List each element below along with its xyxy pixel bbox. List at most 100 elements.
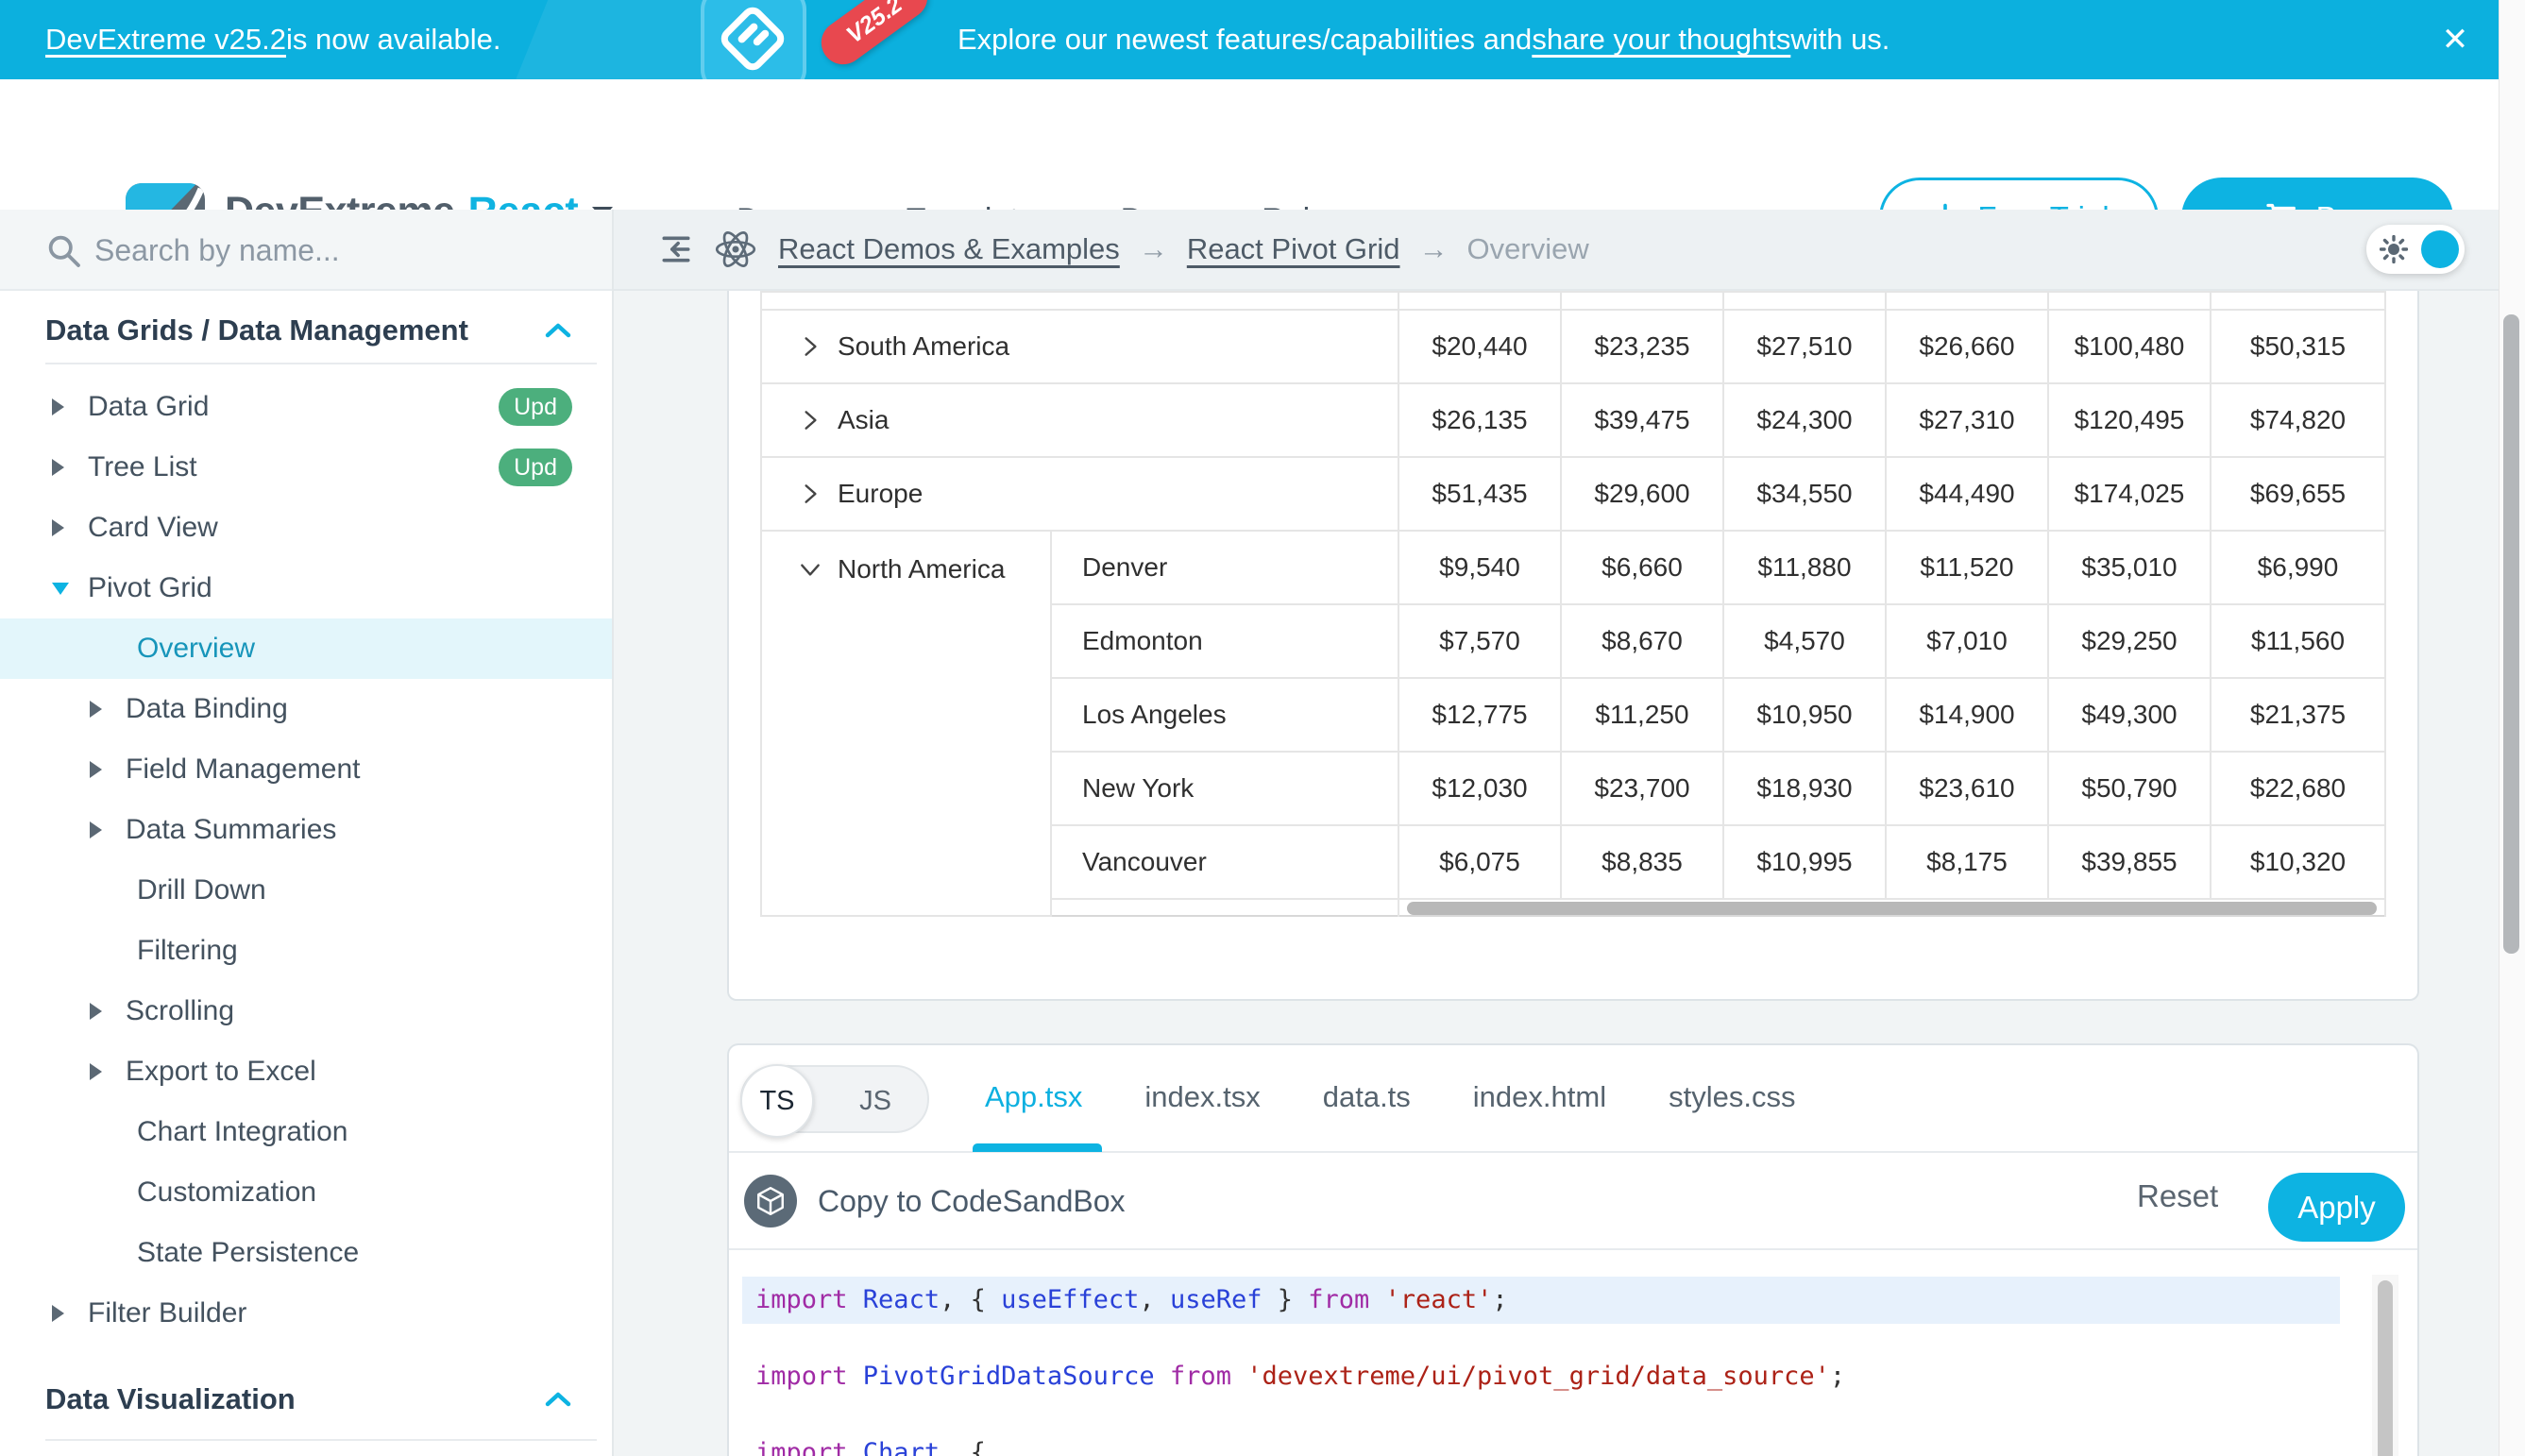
sidebar-item-label: Export to Excel	[126, 1056, 316, 1088]
value-cell: $50,315	[2211, 310, 2385, 383]
banner-message: Explore our newest features/capabilities…	[957, 0, 1890, 79]
value-cell: $44,490	[1886, 457, 2048, 531]
language-option-ts[interactable]: TS	[740, 1064, 814, 1138]
triangle-right-icon[interactable]	[90, 1003, 114, 1020]
section-title: Data Grids / Data Management	[45, 313, 468, 347]
banner-version-link[interactable]: DevExtreme v25.2	[45, 23, 286, 57]
breadcrumb-link-demos[interactable]: React Demos & Examples	[778, 232, 1120, 266]
tab-styles-css[interactable]: styles.css	[1669, 1080, 1795, 1114]
code-editor[interactable]: import React, { useEffect, useRef } from…	[729, 1250, 2417, 1456]
sidebar-item-state-persistence[interactable]: State Persistence	[0, 1223, 614, 1283]
triangle-right-icon[interactable]	[52, 1305, 76, 1322]
triangle-right-icon[interactable]	[90, 761, 114, 778]
sidebar-item-field-management[interactable]: Field Management	[0, 739, 614, 800]
value-cell: $26,135	[1398, 383, 1561, 457]
value-cell: $12,030	[1398, 752, 1561, 825]
chevron-right-icon[interactable]	[798, 408, 822, 432]
code-token: ,	[1139, 1285, 1170, 1314]
search-input[interactable]	[94, 225, 500, 276]
search-icon	[45, 232, 83, 270]
sidebar-item-card-view[interactable]: Card View	[0, 498, 614, 558]
sidebar-item-tree-list[interactable]: Tree ListUpd	[0, 437, 614, 498]
pivot-row-europe: Europe$51,435$29,600$34,550$44,490$174,0…	[761, 457, 2385, 531]
code-token: import	[755, 1438, 863, 1456]
tab-data-ts[interactable]: data.ts	[1323, 1080, 1411, 1114]
code-line: import PivotGridDataSource from 'devextr…	[742, 1353, 2340, 1400]
row-header-new-york[interactable]: New York	[1051, 752, 1398, 825]
sidebar-item-filter-builder[interactable]: Filter Builder	[0, 1283, 614, 1344]
row-header-south-america[interactable]: South America	[761, 310, 1398, 383]
sidebar-item-pivot-grid[interactable]: Pivot Grid	[0, 558, 614, 618]
sidebar-item-chart-integration[interactable]: Chart Integration	[0, 1102, 614, 1162]
collapse-sidebar-icon[interactable]	[659, 232, 693, 266]
triangle-right-icon[interactable]	[52, 519, 76, 536]
theme-toggle[interactable]	[2366, 225, 2465, 274]
triangle-right-icon[interactable]	[52, 459, 76, 476]
sidebar-item-data-summaries[interactable]: Data Summaries	[0, 800, 614, 860]
row-header-vancouver[interactable]: Vancouver	[1051, 825, 1398, 899]
close-icon[interactable]: ✕	[2427, 0, 2483, 79]
sidebar-item-customization[interactable]: Customization	[0, 1162, 614, 1223]
value-cell: $21,375	[2211, 678, 2385, 752]
row-header-denver[interactable]: Denver	[1051, 531, 1398, 604]
tab-app-tsx[interactable]: App.tsx	[985, 1080, 1082, 1114]
value-cell: $11,880	[1723, 531, 1886, 604]
value-cell: $69,655	[2211, 457, 2385, 531]
divider	[45, 363, 597, 364]
sidebar-item-label: Chart Integration	[137, 1116, 347, 1148]
sidebar-section-data-visualization[interactable]: Data Visualization	[0, 1369, 614, 1430]
sidebar-item-scrolling[interactable]: Scrolling	[0, 981, 614, 1041]
code-token: import	[755, 1362, 863, 1391]
breadcrumb: React Demos & Examples → React Pivot Gri…	[659, 210, 1589, 289]
chevron-down-icon[interactable]	[798, 557, 822, 582]
triangle-right-icon[interactable]	[52, 398, 76, 415]
sidebar-item-filtering[interactable]: Filtering	[0, 921, 614, 981]
value-cell: $4,570	[1723, 604, 1886, 678]
value-cell: $35,010	[2048, 531, 2211, 604]
chevron-right-icon[interactable]	[798, 482, 822, 506]
row-header-los-angeles[interactable]: Los Angeles	[1051, 678, 1398, 752]
row-header-asia[interactable]: Asia	[761, 383, 1398, 457]
react-icon	[712, 226, 759, 273]
page-scrollbar[interactable]	[2503, 314, 2519, 954]
triangle-right-icon[interactable]	[90, 1063, 114, 1080]
triangle-down-icon[interactable]	[52, 583, 76, 595]
promo-banner: DevExtreme v25.2 is now available. V25.2…	[0, 0, 2499, 79]
pivot-horizontal-scrollbar[interactable]	[1407, 902, 2377, 915]
sidebar-item-label: Filter Builder	[88, 1297, 246, 1329]
apply-button[interactable]: Apply	[2268, 1173, 2405, 1242]
breadcrumb-separator: →	[1419, 232, 1449, 266]
sidebar-item-export-to-excel[interactable]: Export to Excel	[0, 1041, 614, 1102]
triangle-right-icon[interactable]	[90, 701, 114, 718]
banner-message-pre: Explore our newest features/capabilities…	[957, 23, 1532, 57]
chevron-up-icon	[544, 321, 572, 340]
sidebar-section-data-grids[interactable]: Data Grids / Data Management	[0, 300, 614, 361]
value-cell: $6,075	[1398, 825, 1561, 899]
reset-button[interactable]: Reset	[2137, 1178, 2231, 1224]
value-cell: $26,660	[1886, 310, 2048, 383]
language-toggle[interactable]: TS JS	[740, 1065, 929, 1133]
tab-index-tsx[interactable]: index.tsx	[1144, 1080, 1260, 1114]
language-option-js[interactable]: JS	[823, 1067, 927, 1135]
row-header-north-america[interactable]: North America	[761, 531, 1051, 916]
sidebar-item-overview[interactable]: Overview	[0, 618, 614, 679]
code-scrollbar[interactable]	[2378, 1280, 2393, 1456]
value-cell: $12,775	[1398, 678, 1561, 752]
tab-index-html[interactable]: index.html	[1473, 1080, 1606, 1114]
share-thoughts-link[interactable]: share your thoughts	[1532, 23, 1790, 57]
copy-to-codesandbox-button[interactable]: Copy to CodeSandBox	[744, 1175, 1126, 1227]
region-label: North America	[838, 554, 1005, 584]
chevron-right-icon[interactable]	[798, 334, 822, 359]
sidebar-item-data-binding[interactable]: Data Binding	[0, 679, 614, 739]
row-header-europe[interactable]: Europe	[761, 457, 1398, 531]
value-cell: $11,520	[1886, 531, 2048, 604]
sidebar-item-data-grid[interactable]: Data GridUpd	[0, 377, 614, 437]
row-header-edmonton[interactable]: Edmonton	[1051, 604, 1398, 678]
value-cell: $11,250	[1561, 678, 1723, 752]
pivot-row-denver: North AmericaDenver$9,540$6,660$11,880$1…	[761, 531, 2385, 604]
breadcrumb-link-pivot-grid[interactable]: React Pivot Grid	[1187, 232, 1400, 266]
sidebar-item-drill-down[interactable]: Drill Down	[0, 860, 614, 921]
triangle-right-icon[interactable]	[90, 821, 114, 838]
sidebar-item-label: Overview	[137, 633, 255, 665]
theme-toggle-knob[interactable]	[2421, 230, 2459, 268]
